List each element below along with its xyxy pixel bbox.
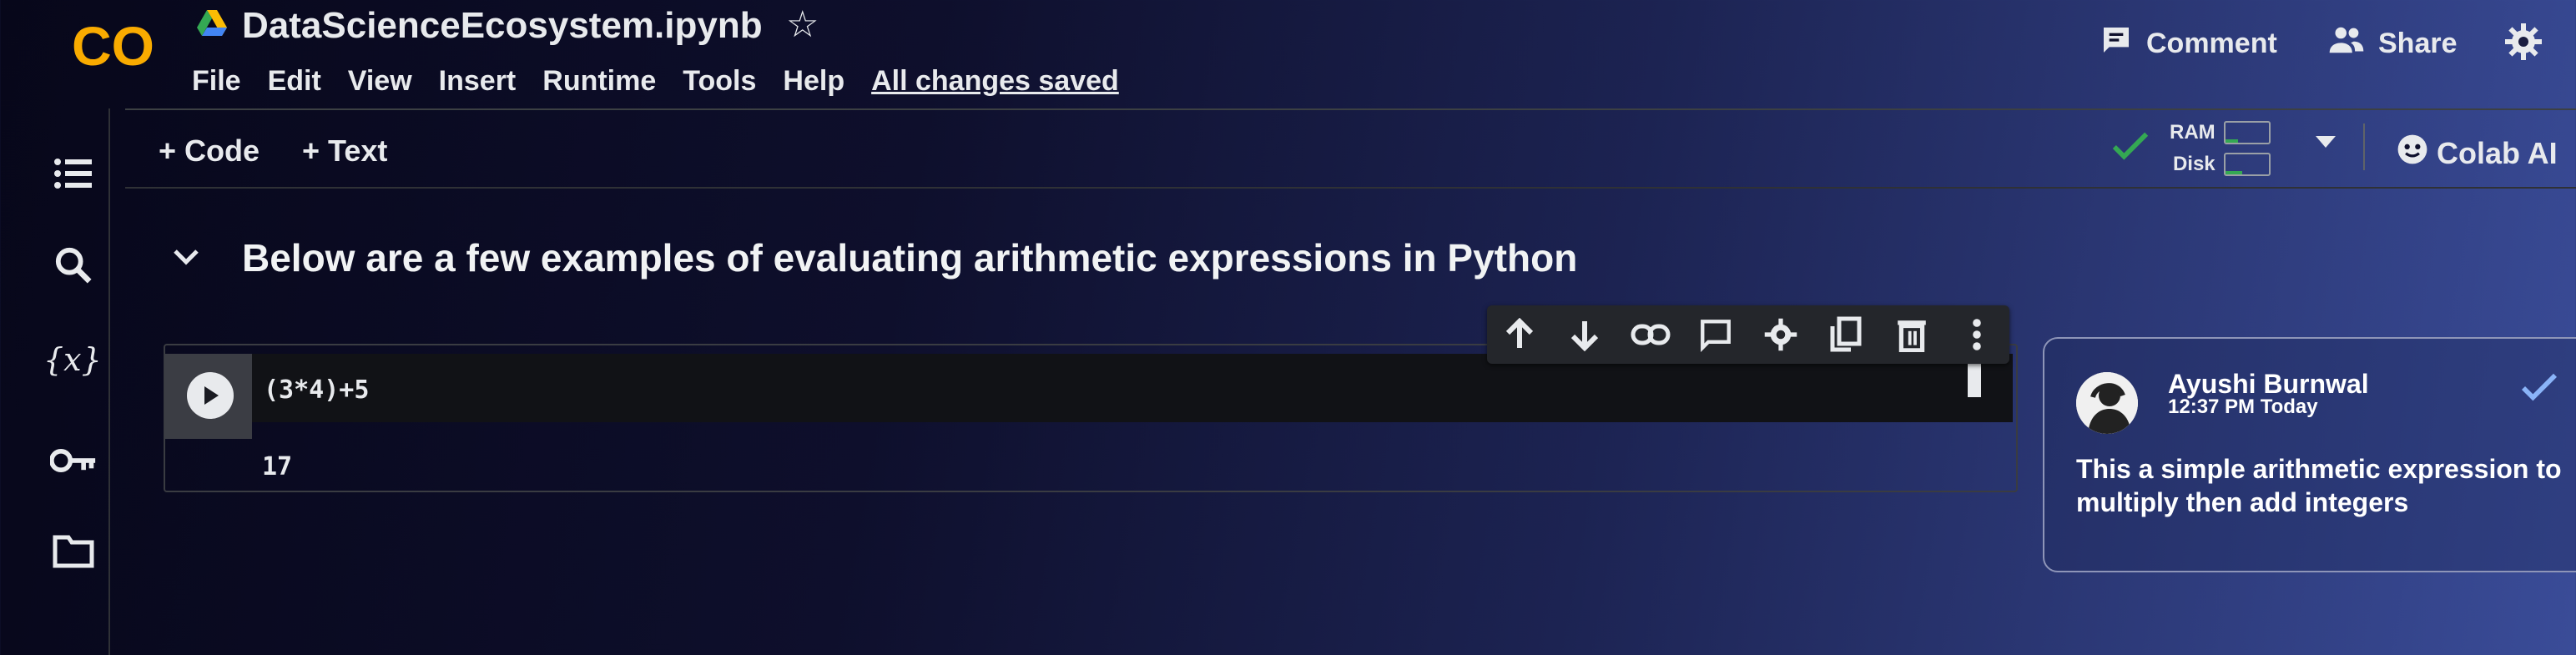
variables-icon[interactable]: {x}	[43, 337, 105, 384]
comment-icon	[2100, 23, 2133, 64]
disk-bar	[2223, 153, 2271, 176]
comment-label: Comment	[2146, 28, 2277, 59]
star-icon[interactable]: ☆	[786, 3, 819, 46]
key-icon[interactable]	[50, 437, 97, 484]
code-source[interactable]: (3*4)+5	[264, 375, 369, 405]
settings-icon[interactable]	[1761, 315, 1801, 355]
rail-divider	[108, 108, 110, 655]
cell-toolbar	[1487, 305, 2009, 364]
resource-monitor[interactable]: RAM Disk	[2170, 117, 2271, 180]
colab-ai-button[interactable]: Colab AI	[2397, 134, 2558, 173]
colab-ai-icon	[2397, 134, 2428, 173]
move-up-icon[interactable]	[1500, 315, 1540, 355]
editor-scrollbar[interactable]	[1968, 364, 1981, 397]
menu-file[interactable]: File	[192, 65, 241, 98]
menu-tools[interactable]: Tools	[683, 65, 756, 98]
settings-gear-icon[interactable]	[2503, 22, 2543, 66]
resolve-check-icon[interactable]	[2520, 372, 2558, 408]
add-code-button[interactable]: + Code	[159, 134, 260, 169]
ram-bar	[2223, 121, 2271, 144]
search-icon[interactable]	[50, 242, 97, 289]
menu-edit[interactable]: Edit	[268, 65, 321, 98]
avatar	[2076, 372, 2138, 434]
table-of-contents-icon[interactable]	[50, 150, 97, 197]
more-icon[interactable]	[1957, 315, 1997, 355]
text-cell-heading[interactable]: Below are a few examples of evaluating a…	[242, 235, 1577, 280]
svg-text:{x}: {x}	[43, 341, 102, 378]
link-icon[interactable]	[1631, 315, 1671, 355]
toolbar-vertical-divider	[2363, 123, 2365, 170]
colab-ai-label: Colab AI	[2437, 135, 2558, 170]
comment-button[interactable]: Comment	[2100, 23, 2277, 64]
logo-text: CO	[72, 18, 154, 75]
toolbar-divider-top	[125, 108, 2576, 110]
play-icon	[204, 386, 219, 405]
menu-insert[interactable]: Insert	[439, 65, 517, 98]
notebook-title[interactable]: DataScienceEcosystem.ipynb	[242, 5, 763, 47]
menu-help[interactable]: Help	[783, 65, 844, 98]
save-status-link[interactable]: All changes saved	[871, 65, 1119, 98]
cell-output: 17	[262, 452, 293, 481]
people-icon	[2328, 23, 2365, 64]
share-label: Share	[2378, 28, 2458, 59]
connected-check-icon	[2111, 130, 2150, 168]
comment-icon[interactable]	[1696, 315, 1736, 355]
runtime-dropdown-icon[interactable]	[2313, 134, 2338, 154]
google-drive-icon[interactable]	[197, 10, 227, 37]
code-editor[interactable]	[252, 354, 2013, 422]
menu-runtime[interactable]: Runtime	[542, 65, 656, 98]
menu-bar: File Edit View Insert Runtime Tools Help…	[192, 65, 1119, 98]
mirror-cell-icon[interactable]	[1826, 315, 1866, 355]
toolbar-divider-bottom	[125, 187, 2576, 189]
move-down-icon[interactable]	[1565, 315, 1605, 355]
comment-timestamp: 12:37 PM Today	[2168, 396, 2318, 418]
section-collapse-chevron-icon[interactable]	[172, 247, 200, 271]
run-cell-button[interactable]	[187, 372, 234, 419]
folder-icon[interactable]	[50, 527, 97, 574]
ram-label: RAM	[2170, 121, 2216, 144]
add-text-button[interactable]: + Text	[302, 134, 387, 169]
share-button[interactable]: Share	[2328, 23, 2458, 64]
delete-icon[interactable]	[1892, 315, 1932, 355]
colab-logo[interactable]: CO	[72, 15, 170, 77]
comment-text: This a simple arithmetic expression to m…	[2076, 454, 2562, 517]
menu-view[interactable]: View	[348, 65, 412, 98]
disk-label: Disk	[2172, 153, 2216, 175]
